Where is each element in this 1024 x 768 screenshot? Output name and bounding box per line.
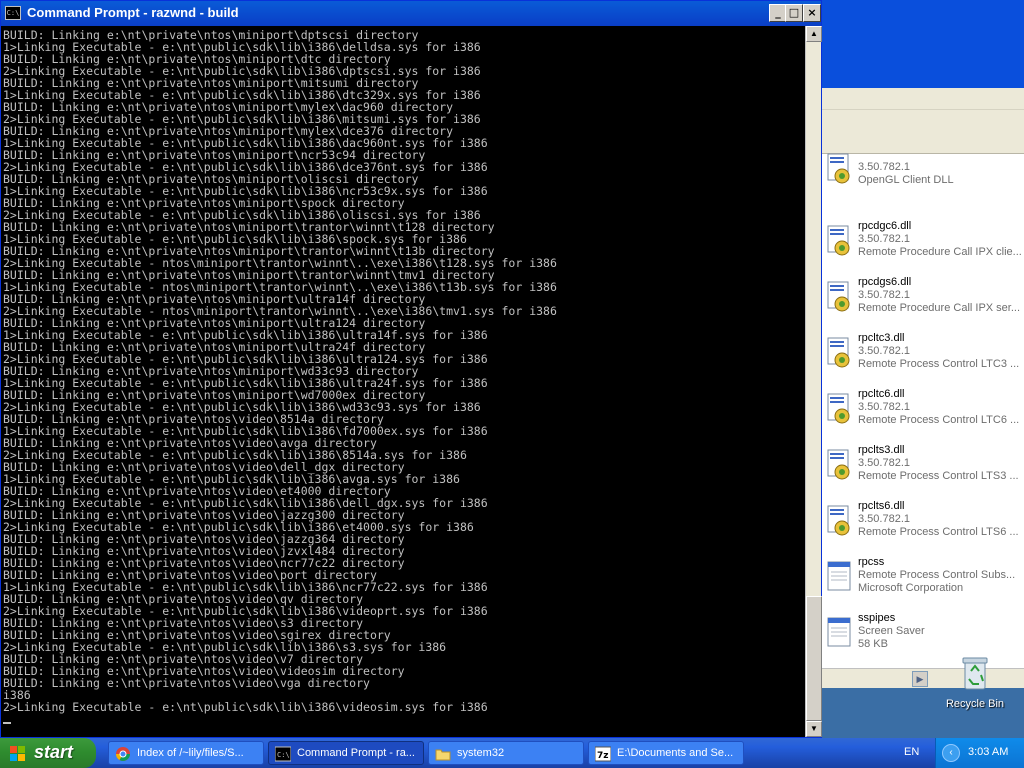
scroll-right-button[interactable]: ▶ xyxy=(912,671,928,687)
dll-file-icon xyxy=(827,393,850,424)
file-item[interactable]: rpcdgs6.dll 3.50.782.1 Remote Procedure Ca… xyxy=(822,274,1024,330)
recycle-bin-label: Recycle Bin xyxy=(945,698,1005,710)
file-description: Remote Procedure Call IPX ser... xyxy=(858,302,1021,314)
file-version: Screen Saver xyxy=(858,625,925,637)
file-item[interactable]: rpclts3.dll 3.50.782.1 Remote Process Cont… xyxy=(822,442,1024,498)
recycle-bin[interactable]: Recycle Bin xyxy=(940,655,1010,715)
cmd-icon[interactable]: C:\ xyxy=(5,6,21,20)
file-description: Remote Process Control LTC6 ... xyxy=(858,414,1020,426)
file-version: 3.50.782.1 xyxy=(858,457,910,469)
taskbar-item-label: system32 xyxy=(457,747,505,759)
scroll-up-button[interactable]: ▲ xyxy=(806,26,822,42)
system-file-icon xyxy=(827,617,851,647)
svg-text:7z: 7z xyxy=(597,751,609,761)
file-item[interactable]: rpclts6.dll 3.50.782.1 Remote Process Cont… xyxy=(822,498,1024,554)
dll-file-icon xyxy=(827,449,850,480)
system-file-icon xyxy=(827,561,851,591)
desktop: 3.50.782.1 OpenGL Client DLL rpcdgc6.dll 3.… xyxy=(0,0,1024,738)
start-label: start xyxy=(34,742,74,762)
file-name: rpclts6.dll xyxy=(858,500,905,512)
file-version: 3.50.782.1 xyxy=(858,161,910,173)
explorer-titlebar[interactable] xyxy=(822,0,1024,88)
file-name: rpcdgc6.dll xyxy=(858,220,912,232)
file-version: 3.50.782.1 xyxy=(858,289,910,301)
file-version: 3.50.782.1 xyxy=(858,513,910,525)
file-name: rpcltc3.dll xyxy=(858,332,905,344)
start-button[interactable]: start xyxy=(0,738,96,768)
file-name: sspipes xyxy=(858,612,896,624)
file-name: rpclts3.dll xyxy=(858,444,905,456)
console-line: BUILD: Linking e:\nt\private\ntos\video\… xyxy=(3,676,370,690)
title-bar[interactable]: C:\ Command Prompt - razwnd - build _ □ … xyxy=(1,1,821,26)
language-indicator[interactable]: EN xyxy=(904,746,919,758)
text-cursor xyxy=(3,722,11,724)
recycle-bin-icon xyxy=(962,657,988,690)
file-version: 3.50.782.1 xyxy=(858,401,910,413)
taskbar: start Index of /~lily/files/S... C:\ Com… xyxy=(0,738,1024,768)
file-item[interactable]: rpcdgc6.dll 3.50.782.1 Remote Procedure Ca… xyxy=(822,218,1024,274)
file-version: 3.50.782.1 xyxy=(858,233,910,245)
file-item[interactable]: rpcltc3.dll 3.50.782.1 Remote Process Cont… xyxy=(822,330,1024,386)
dll-file-icon xyxy=(827,153,850,184)
clock[interactable]: 3:03 AM xyxy=(968,746,1008,758)
scroll-thumb[interactable] xyxy=(806,596,822,721)
explorer-window[interactable]: 3.50.782.1 OpenGL Client DLL rpcdgc6.dll 3.… xyxy=(822,0,1024,688)
file-item[interactable]: rpcss Remote Process Control Subs... Micro… xyxy=(822,554,1024,610)
console-line: 2>Linking Executable - e:\nt\public\sdk\… xyxy=(3,700,488,714)
close-button[interactable]: × xyxy=(803,4,821,22)
file-item[interactable]: rpcltc6.dll 3.50.782.1 Remote Process Cont… xyxy=(822,386,1024,442)
file-name: rpcltc6.dll xyxy=(858,388,905,400)
file-description: Remote Process Control LTS3 ... xyxy=(858,470,1019,482)
svg-text:C:\: C:\ xyxy=(277,751,290,759)
show-hidden-icons-button[interactable]: ‹ xyxy=(942,744,960,762)
vertical-scrollbar[interactable]: ▲ ▼ xyxy=(805,26,822,737)
explorer-menubar[interactable] xyxy=(822,88,1024,110)
dll-file-icon xyxy=(827,281,850,312)
maximize-button[interactable]: □ xyxy=(785,4,803,22)
file-description: Remote Process Control LTC3 ... xyxy=(858,358,1020,370)
file-description: Remote Process Control LTS6 ... xyxy=(858,526,1019,538)
command-prompt-window[interactable]: C:\ Command Prompt - razwnd - build _ □ … xyxy=(0,0,822,738)
folder-icon xyxy=(435,749,451,761)
dll-file-icon xyxy=(827,225,850,256)
scroll-down-button[interactable]: ▼ xyxy=(806,721,822,737)
system-tray: ‹ 3:03 AM xyxy=(935,738,1024,768)
file-description: Microsoft Corporation xyxy=(858,582,964,594)
console-output[interactable]: BUILD: Linking e:\nt\private\ntos\minipo… xyxy=(1,26,805,737)
file-description: Remote Procedure Call IPX clie... xyxy=(858,246,1022,258)
taskbar-item-label: Index of /~lily/files/S... xyxy=(137,747,244,759)
file-description: 58 KB xyxy=(858,638,888,650)
file-name: rpcdgs6.dll xyxy=(858,276,912,288)
taskbar-item-label: Command Prompt - ra... xyxy=(297,747,415,759)
dll-file-icon xyxy=(827,337,850,368)
taskbar-item-label: E:\Documents and Se... xyxy=(617,747,734,759)
cmd-icon: C:\ xyxy=(275,746,291,762)
file-version: 3.50.782.1 xyxy=(858,345,910,357)
dll-file-icon xyxy=(827,505,850,536)
windows-logo-icon xyxy=(10,746,25,761)
window-title: Command Prompt - razwnd - build xyxy=(27,5,239,20)
file-item[interactable]: 3.50.782.1 OpenGL Client DLL xyxy=(822,146,1024,202)
taskbar-item-editor[interactable]: 7z E:\Documents and Se... xyxy=(588,741,744,765)
editor-icon: 7z xyxy=(595,746,611,762)
chrome-icon xyxy=(116,747,130,761)
taskbar-item-command-prompt[interactable]: C:\ Command Prompt - ra... xyxy=(268,741,424,765)
file-name: rpcss xyxy=(858,556,885,568)
taskbar-item-system32[interactable]: system32 xyxy=(428,741,584,765)
file-list[interactable]: 3.50.782.1 OpenGL Client DLL rpcdgc6.dll 3.… xyxy=(822,153,1024,650)
file-version: Remote Process Control Subs... xyxy=(858,569,1016,581)
taskbar-item-browser[interactable]: Index of /~lily/files/S... xyxy=(108,741,264,765)
file-description: OpenGL Client DLL xyxy=(858,174,954,186)
